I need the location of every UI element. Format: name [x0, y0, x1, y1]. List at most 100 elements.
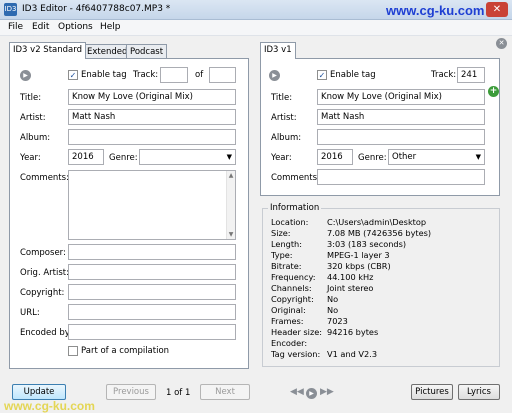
info-row: Frequency: 44.100 kHz — [263, 272, 503, 283]
v1-genre-value: Other — [392, 152, 417, 162]
v1-year-label: Year: — [271, 153, 292, 163]
information-group: Information Location: C:\Users\admin\Desk… — [262, 203, 503, 367]
info-key: Length: — [271, 239, 302, 249]
menu-help[interactable]: Help — [100, 22, 121, 32]
v1-genre-select[interactable]: Other ▼ — [388, 149, 485, 165]
v1-title-input[interactable]: Know My Love (Original Mix) — [317, 89, 485, 105]
app-icon: ID3 — [4, 3, 17, 16]
close-tag-icon[interactable]: ✕ — [496, 38, 507, 49]
compilation-checkbox[interactable] — [68, 346, 78, 356]
update-button[interactable]: Update — [12, 384, 66, 400]
v2-year-input[interactable]: 2016 — [68, 149, 104, 165]
menu-bar: File Edit Options Help — [0, 20, 512, 36]
v2-enable-tag-checkbox[interactable]: ✓ — [68, 70, 78, 80]
v1-chevron-down-icon: ▼ — [475, 153, 481, 161]
info-value: 94216 bytes — [327, 327, 379, 337]
v2-artist-label: Artist: — [20, 113, 46, 123]
info-row: Copyright: No — [263, 294, 503, 305]
next-button[interactable]: Next — [200, 384, 250, 400]
play-track-icon[interactable]: ▶ — [306, 388, 317, 399]
scroll-up-icon[interactable]: ▲ — [227, 172, 235, 179]
v2-copyright-input[interactable] — [68, 284, 236, 300]
info-value: 7023 — [327, 316, 348, 326]
previous-button[interactable]: Previous — [106, 384, 156, 400]
info-key: Channels: — [271, 283, 312, 293]
v2-title-label: Title: — [20, 93, 42, 103]
v2-track-input[interactable] — [160, 67, 188, 83]
info-key: Type: — [271, 250, 293, 260]
v1-play-icon[interactable]: ▶ — [269, 70, 280, 81]
id3v1-panel: ▶ ✓ Enable tag Track: 241 Title: Know My… — [260, 58, 500, 196]
info-row: Bitrate: 320 kbps (CBR) — [263, 261, 503, 272]
footer-watermark: www.cg-ku.com — [4, 399, 95, 413]
v1-artist-input[interactable]: Matt Nash — [317, 109, 485, 125]
v2-comments-scrollbar[interactable]: ▲ ▼ — [226, 171, 235, 239]
info-value: MPEG-1 layer 3 — [327, 250, 390, 260]
info-value: 7.08 MB (7426356 bytes) — [327, 228, 432, 238]
info-value: No — [327, 305, 339, 315]
menu-file[interactable]: File — [8, 22, 23, 32]
info-key: Tag version: — [271, 349, 321, 359]
id3v2-panel: ▶ ✓ Enable tag Track: of Title: Know My … — [9, 58, 249, 369]
play-icon[interactable]: ▶ — [20, 70, 31, 81]
tab-id3v1[interactable]: ID3 v1 — [260, 42, 296, 59]
lyrics-button[interactable]: Lyrics — [458, 384, 500, 400]
v2-url-input[interactable] — [68, 304, 236, 320]
v2-orig-artist-input[interactable] — [68, 264, 236, 280]
menu-edit[interactable]: Edit — [32, 22, 49, 32]
v1-comments-input[interactable] — [317, 169, 485, 185]
v1-enable-tag-label: Enable tag — [330, 70, 376, 80]
v2-year-label: Year: — [20, 153, 41, 163]
v1-album-label: Album: — [271, 133, 302, 143]
v1-genre-label: Genre: — [358, 153, 387, 163]
v2-artist-input[interactable]: Matt Nash — [68, 109, 236, 125]
v1-track-label: Track: — [431, 70, 457, 80]
info-row: Original: No — [263, 305, 503, 316]
info-row: Length: 3:03 (183 seconds) — [263, 239, 503, 250]
v1-enable-tag-checkbox[interactable]: ✓ — [317, 70, 327, 80]
v2-title-input[interactable]: Know My Love (Original Mix) — [68, 89, 236, 105]
info-row: Header size: 94216 bytes — [263, 327, 503, 338]
v1-title-label: Title: — [271, 93, 293, 103]
tab-extended[interactable]: Extended — [83, 44, 132, 59]
pictures-button[interactable]: Pictures — [411, 384, 453, 400]
v2-comments-label: Comments: — [20, 173, 69, 183]
v1-year-input[interactable]: 2016 — [317, 149, 353, 165]
v1-track-input[interactable]: 241 — [457, 67, 485, 83]
v2-genre-select[interactable]: ▼ — [139, 149, 236, 165]
info-value: 44.100 kHz — [327, 272, 374, 282]
v2-composer-label: Composer: — [20, 248, 66, 258]
info-row: Type: MPEG-1 layer 3 — [263, 250, 503, 261]
add-icon[interactable]: + — [488, 86, 499, 97]
tab-podcast[interactable]: Podcast — [126, 44, 168, 59]
v2-track-label: Track: — [133, 70, 159, 80]
info-row: Encoder: — [263, 338, 503, 349]
tab-id3v2-standard[interactable]: ID3 v2 Standard — [9, 42, 86, 59]
v1-comments-label: Comments: — [271, 173, 320, 183]
v2-orig-artist-label: Orig. Artist: — [20, 268, 69, 278]
v2-composer-input[interactable] — [68, 244, 236, 260]
v2-enable-tag-label: Enable tag — [81, 70, 127, 80]
title-bar: ID3 ID3 Editor - 4f6407788c07.MP3 * www.… — [0, 0, 512, 20]
scroll-down-icon[interactable]: ▼ — [227, 231, 235, 238]
info-key: Bitrate: — [271, 261, 302, 271]
v2-comments-textarea[interactable]: ▲ ▼ — [68, 170, 236, 240]
v2-track-total-input[interactable] — [209, 67, 236, 83]
v2-genre-label: Genre: — [109, 153, 138, 163]
app-window: ID3 ID3 Editor - 4f6407788c07.MP3 * www.… — [0, 0, 512, 413]
compilation-label: Part of a compilation — [81, 346, 170, 356]
info-key: Original: — [271, 305, 306, 315]
close-button[interactable]: ✕ — [486, 2, 508, 17]
watermark-text: www.cg-ku.com — [386, 3, 485, 18]
v2-of-label: of — [195, 70, 204, 80]
v1-album-input[interactable] — [317, 129, 485, 145]
menu-options[interactable]: Options — [58, 22, 93, 32]
info-key: Encoder: — [271, 338, 308, 348]
fast-forward-icon[interactable]: ▶▶ — [320, 387, 334, 397]
v2-encoded-by-input[interactable] — [68, 324, 236, 340]
info-value: C:\Users\admin\Desktop — [327, 217, 427, 227]
rewind-icon[interactable]: ◀◀ — [290, 387, 304, 397]
v2-album-input[interactable] — [68, 129, 236, 145]
info-value: V1 and V2.3 — [327, 349, 378, 359]
info-value: 3:03 (183 seconds) — [327, 239, 407, 249]
